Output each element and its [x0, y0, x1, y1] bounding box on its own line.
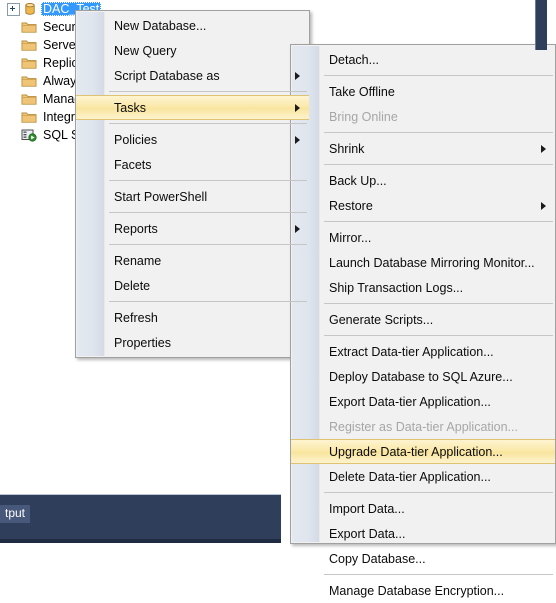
menu-item-label: New Query [114, 43, 177, 58]
menu-item-reports[interactable]: Reports [76, 216, 309, 241]
menu-item-facets[interactable]: Facets [76, 152, 309, 177]
menu-separator [291, 129, 555, 136]
menu-item-detach[interactable]: Detach... [291, 47, 555, 72]
output-panel[interactable]: tput [0, 494, 281, 543]
menu-item-label: Import Data... [329, 501, 405, 516]
folder-icon [21, 58, 37, 69]
folder-icon [21, 112, 37, 123]
menu-item-label: Delete [114, 278, 151, 293]
menu-separator [291, 161, 555, 168]
menu-separator [291, 332, 555, 339]
menu-item-label: Take Offline [329, 84, 395, 99]
menu-item-shrink[interactable]: Shrink [291, 136, 555, 161]
menu-item-mirror[interactable]: Mirror... [291, 225, 555, 250]
menu-separator [76, 298, 309, 305]
menu-item-new-query[interactable]: New Query [76, 38, 309, 63]
menu-item-label: Ship Transaction Logs... [329, 280, 464, 295]
output-panel-bottom-strip [0, 539, 281, 543]
menu-item-label: Mirror... [329, 230, 372, 245]
menu-item-extract-data-tier-application[interactable]: Extract Data-tier Application... [291, 339, 555, 364]
folder-icon [21, 94, 37, 105]
menu-item-start-powershell[interactable]: Start PowerShell [76, 184, 309, 209]
menu-item-upgrade-data-tier-application[interactable]: Upgrade Data-tier Application... [291, 439, 555, 464]
menu-item-label: Tasks [114, 100, 146, 115]
menu-item-import-data[interactable]: Import Data... [291, 496, 555, 521]
menu-item-restore[interactable]: Restore [291, 193, 555, 218]
menu-item-label: Rename [114, 253, 162, 268]
menu-item-label: Export Data... [329, 526, 406, 541]
menu-item-refresh[interactable]: Refresh [76, 305, 309, 330]
menu-item-policies[interactable]: Policies [76, 127, 309, 152]
menu-item-label: Restore [329, 198, 373, 213]
menu-item-export-data-tier-application[interactable]: Export Data-tier Application... [291, 389, 555, 414]
expand-icon[interactable] [7, 2, 20, 16]
menu-item-bring-online: Bring Online [291, 104, 555, 129]
menu-item-take-offline[interactable]: Take Offline [291, 79, 555, 104]
menu-item-label: Policies [114, 132, 158, 147]
menu-item-script-database-as[interactable]: Script Database as [76, 63, 309, 88]
menu-item-label: Extract Data-tier Application... [329, 344, 494, 359]
menu-item-new-database[interactable]: New Database... [76, 13, 309, 38]
folder-icon [21, 76, 37, 87]
menu-item-label: Launch Database Mirroring Monitor... [329, 255, 535, 270]
menu-item-label: Upgrade Data-tier Application... [329, 444, 503, 459]
menu-item-label: Bring Online [329, 109, 398, 124]
menu-separator [76, 241, 309, 248]
menu-item-label: Back Up... [329, 173, 387, 188]
menu-item-manage-database-encryption[interactable]: Manage Database Encryption... [291, 578, 555, 603]
database-icon [25, 3, 35, 15]
menu-item-launch-database-mirroring-monitor[interactable]: Launch Database Mirroring Monitor... [291, 250, 555, 275]
menu-item-delete[interactable]: Delete [76, 273, 309, 298]
menu-item-export-data[interactable]: Export Data... [291, 521, 555, 546]
menu-item-label: Reports [114, 221, 158, 236]
output-tab[interactable]: tput [0, 505, 31, 523]
menu-item-label: Deploy Database to SQL Azure... [329, 369, 513, 384]
chevron-right-icon [541, 201, 546, 210]
menu-separator [291, 300, 555, 307]
menu-separator [76, 120, 309, 127]
menu-separator [291, 571, 555, 578]
menu-item-rename[interactable]: Rename [76, 248, 309, 273]
menu-item-copy-database[interactable]: Copy Database... [291, 546, 555, 571]
menu-item-label: Register as Data-tier Application... [329, 419, 518, 434]
menu-item-generate-scripts[interactable]: Generate Scripts... [291, 307, 555, 332]
menu-separator [291, 218, 555, 225]
menu-item-label: Facets [114, 157, 152, 172]
menu-item-label: Manage Database Encryption... [329, 583, 505, 598]
menu-item-label: Start PowerShell [114, 189, 208, 204]
menu-item-label: Delete Data-tier Application... [329, 469, 491, 484]
menu-item-label: New Database... [114, 18, 207, 33]
folder-icon [21, 40, 37, 51]
vertical-scrollbar[interactable] [535, 0, 547, 50]
menu-item-label: Export Data-tier Application... [329, 394, 491, 409]
database-context-menu[interactable]: New Database... New Query Script Databas… [75, 10, 310, 358]
menu-item-label: Generate Scripts... [329, 312, 434, 327]
menu-item-label: Refresh [114, 310, 158, 325]
menu-item-label: Script Database as [114, 68, 220, 83]
tasks-submenu[interactable]: Detach... Take Offline Bring Online Shri… [290, 44, 556, 598]
menu-item-properties[interactable]: Properties [76, 330, 309, 355]
menu-item-label: Properties [114, 335, 171, 350]
menu-separator [291, 489, 555, 496]
menu-item-label: Shrink [329, 141, 365, 156]
menu-separator [291, 72, 555, 79]
menu-item-deploy-database-to-sql-azure[interactable]: Deploy Database to SQL Azure... [291, 364, 555, 389]
folder-icon [21, 22, 37, 33]
menu-item-label: Copy Database... [329, 551, 426, 566]
menu-separator [76, 209, 309, 216]
menu-item-register-as-data-tier-application: Register as Data-tier Application... [291, 414, 555, 439]
menu-item-back-up[interactable]: Back Up... [291, 168, 555, 193]
menu-item-tasks[interactable]: Tasks [76, 95, 309, 120]
chevron-right-icon [541, 144, 546, 153]
menu-separator [76, 88, 309, 95]
menu-item-ship-transaction-logs[interactable]: Ship Transaction Logs... [291, 275, 555, 300]
menu-separator [76, 177, 309, 184]
menu-item-delete-data-tier-application[interactable]: Delete Data-tier Application... [291, 464, 555, 489]
sql-server-agent-icon [21, 129, 37, 142]
menu-item-label: Detach... [329, 52, 380, 67]
